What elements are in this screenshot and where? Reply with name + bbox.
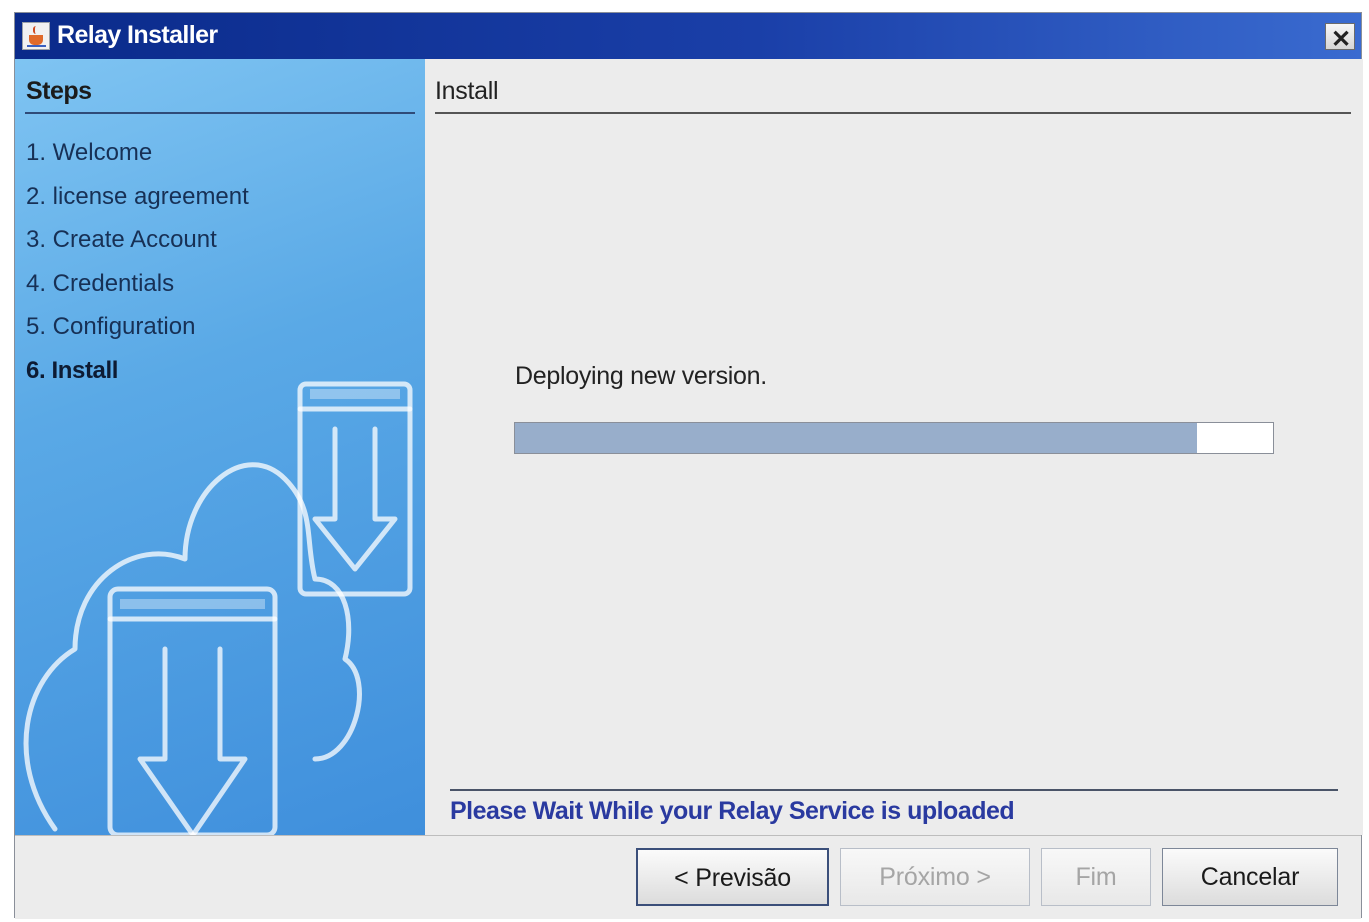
steps-divider [25, 112, 415, 114]
installer-window: Relay Installer ✕ Steps 1. Welcome 2. li… [14, 12, 1363, 919]
steps-list: 1. Welcome 2. license agreement 3. Creat… [26, 139, 249, 400]
previous-button[interactable]: < Previsão [636, 848, 829, 906]
step-credentials: 4. Credentials [26, 269, 175, 297]
status-divider [450, 789, 1338, 791]
status-message: Please Wait While your Relay Service is … [450, 797, 1015, 825]
progress-message: Deploying new version. [515, 362, 767, 390]
content-heading: Install [435, 77, 499, 105]
window-title: Relay Installer [57, 21, 218, 49]
title-bar[interactable]: Relay Installer ✕ [15, 13, 1361, 59]
step-welcome: 1. Welcome [26, 139, 153, 166]
step-configuration: 5. Configuration [26, 313, 196, 340]
button-bar: < Previsão Próximo > Fim Cancelar [15, 835, 1361, 919]
steps-heading: Steps [26, 77, 92, 105]
close-button[interactable]: ✕ [1325, 23, 1355, 53]
java-cup-icon [22, 22, 50, 50]
progress-bar-fill [515, 423, 1198, 453]
step-license-agreement: 2. license agreement [26, 182, 249, 210]
step-install: 6. Install [26, 356, 119, 384]
step-create-account: 3. Create Account [26, 226, 217, 253]
finish-button[interactable]: Fim [1041, 848, 1151, 906]
close-icon: ✕ [1331, 26, 1352, 53]
content-divider [435, 112, 1351, 114]
progress-bar [514, 422, 1274, 454]
next-button[interactable]: Próximo > [840, 848, 1030, 906]
cancel-button[interactable]: Cancelar [1162, 848, 1338, 906]
content-panel: Install Deploying new version. Please Wa… [425, 59, 1363, 835]
steps-panel: Steps 1. Welcome 2. license agreement 3.… [15, 59, 425, 835]
